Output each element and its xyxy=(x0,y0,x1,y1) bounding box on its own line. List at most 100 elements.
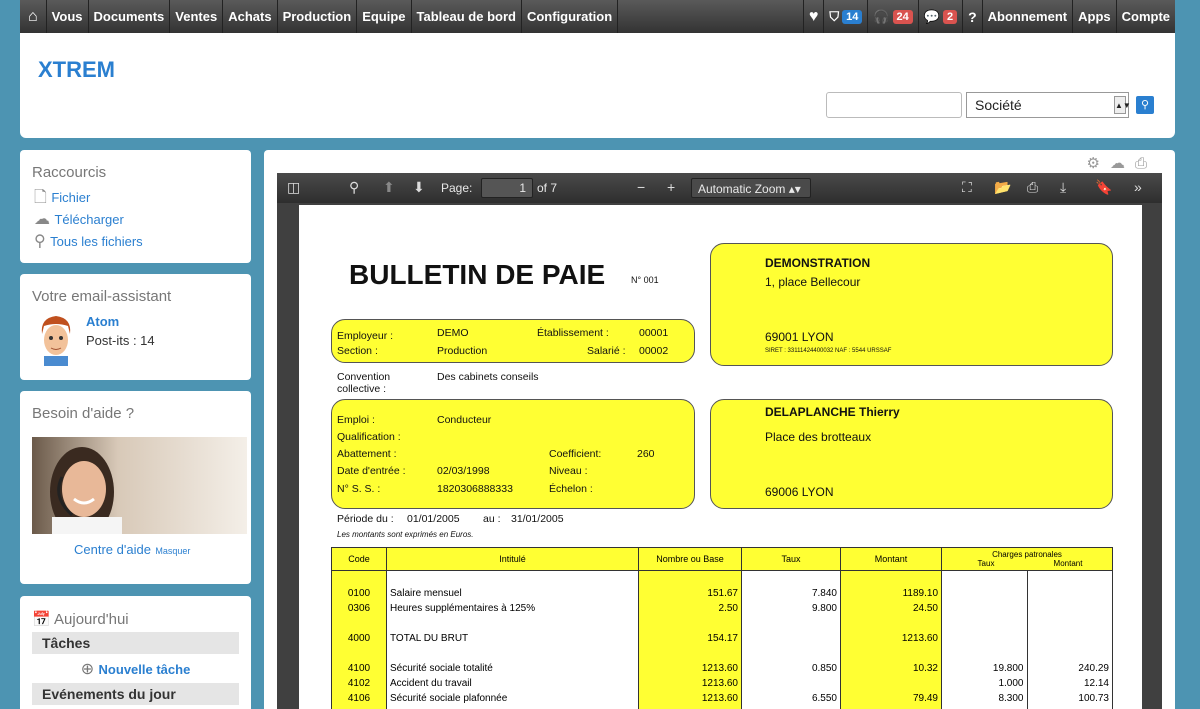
shortcut-telecharger[interactable]: Télécharger xyxy=(54,212,123,227)
col-taux: Taux xyxy=(741,547,841,571)
download-icon[interactable]: ⤓ xyxy=(1060,179,1066,196)
coefficient-value: 260 xyxy=(637,448,655,460)
cell-charges-montant: 12.14 xyxy=(1026,675,1113,691)
cell-code: 4100 xyxy=(331,660,387,676)
cell-montant: 24.50 xyxy=(840,600,942,616)
email-assistant-title: Votre email-assistant xyxy=(32,288,172,305)
period-to: 31/01/2005 xyxy=(511,513,564,525)
help-title: Besoin d'aide ? xyxy=(32,405,135,422)
nav-documents[interactable]: Documents xyxy=(89,0,171,33)
cell-montant xyxy=(840,705,942,709)
shortcut-tous-fichiers[interactable]: Tous les fichiers xyxy=(50,234,142,249)
company-select[interactable]: Société ▲▼ xyxy=(966,92,1131,118)
nav-ventes[interactable]: Ventes xyxy=(170,0,224,33)
shield-icon[interactable]: ⛉ 14 xyxy=(823,0,867,33)
zoom-select[interactable]: Automatic Zoom ▴▾ xyxy=(691,178,811,198)
nav-vous[interactable]: Vous xyxy=(47,0,89,33)
zoom-out-icon[interactable]: − xyxy=(637,179,645,195)
shortcuts-card: Raccourcis 🗋 Fichier ☁ Télécharger ⚲ Tou… xyxy=(20,150,251,263)
cell-taux: 9.800 xyxy=(741,600,841,616)
company-select-value: Société xyxy=(975,97,1022,113)
assistant-name[interactable]: Atom xyxy=(86,314,119,329)
cell-charges-taux: 8.300 xyxy=(941,690,1028,706)
postits-count: Post-its : 14 xyxy=(86,333,155,348)
col-charges-title: Charges patronales xyxy=(992,550,1062,559)
next-page-icon[interactable]: ⬇ xyxy=(413,179,425,196)
spacer-row xyxy=(331,570,1113,586)
new-task-link[interactable]: Nouvelle tâche xyxy=(99,662,191,677)
nav-compte[interactable]: Compte xyxy=(1115,0,1175,33)
echelon-label: Échelon : xyxy=(549,483,593,495)
cell-code: 0306 xyxy=(331,600,387,616)
shield-badge: 14 xyxy=(842,9,863,24)
print-icon[interactable]: ⎙ xyxy=(1135,155,1157,172)
cell-code: 4106 xyxy=(331,690,387,706)
home-icon[interactable]: ⌂ xyxy=(20,0,47,33)
help-hide-link[interactable]: Masquer xyxy=(155,546,190,556)
currency-note: Les montants sont exprimés en Euros. xyxy=(337,530,474,539)
bookmark-icon[interactable]: 🔖 xyxy=(1095,179,1112,196)
convention-value: Des cabinets conseils xyxy=(437,371,539,383)
doc-title: BULLETIN DE PAIE xyxy=(349,259,606,290)
heart-icon[interactable]: ♥ xyxy=(802,0,824,33)
tools-icon[interactable]: » xyxy=(1134,179,1142,195)
period-from: 01/01/2005 xyxy=(407,513,460,525)
help-center-link[interactable]: Centre d'aide xyxy=(74,542,151,557)
employee-address: Place des brotteaux xyxy=(765,430,872,444)
zoom-select-value: Automatic Zoom xyxy=(698,182,786,196)
spacer-row xyxy=(331,615,1113,631)
search-button[interactable]: ⚲ xyxy=(1136,96,1154,114)
help-icon[interactable]: ? xyxy=(962,0,982,33)
sidebar-toggle-icon[interactable]: ◫ xyxy=(287,179,300,196)
chat-icon[interactable]: 💬 2 xyxy=(917,0,962,33)
search-input[interactable] xyxy=(826,92,962,118)
convention-label-2: collective : xyxy=(337,383,387,395)
cell-charges-montant xyxy=(1026,585,1113,601)
table-row: 4000 TOTAL DU BRUT 154.17 1213.60 xyxy=(331,630,1113,646)
col-base: Nombre ou Base xyxy=(638,547,742,571)
chat-badge: 2 xyxy=(942,9,958,24)
settings-icon[interactable]: ⚙ xyxy=(1087,155,1110,172)
headset-icon[interactable]: 🎧 24 xyxy=(867,0,917,33)
cell-code: 0100 xyxy=(331,585,387,601)
nav-production[interactable]: Production xyxy=(278,0,358,33)
brand-title[interactable]: XTREM xyxy=(38,57,115,83)
previous-page-icon[interactable]: ⬆ xyxy=(383,179,395,196)
shortcut-fichier[interactable]: Fichier xyxy=(51,190,90,205)
nav-abonnement[interactable]: Abonnement xyxy=(981,0,1072,33)
company-name: DEMONSTRATION xyxy=(765,256,871,270)
cell-charges-taux: 19.800 xyxy=(941,660,1028,676)
cell-intitule: TOTAL DU BRUT xyxy=(386,630,639,646)
zoom-in-icon[interactable]: + xyxy=(667,179,675,195)
table-row: 6000FNAL1213.60 0.4004.85 xyxy=(331,705,1113,709)
open-file-icon[interactable]: 📂 xyxy=(994,179,1011,196)
nav-achats[interactable]: Achats xyxy=(223,0,278,33)
employee-city: 69006 LYON xyxy=(765,485,834,499)
headset-badge: 24 xyxy=(892,9,913,24)
nav-tableau-de-bord[interactable]: Tableau de bord xyxy=(412,0,522,33)
find-icon[interactable]: ⚲ xyxy=(349,179,359,196)
nav-configuration[interactable]: Configuration xyxy=(522,0,619,33)
nav-equipe[interactable]: Equipe xyxy=(357,0,412,33)
col-code: Code xyxy=(331,547,387,571)
calendar-icon: 📅 xyxy=(32,611,51,628)
table-row: 4102 Accident du travail 1213.60 1.000 12.14 xyxy=(331,675,1113,691)
cell-code: 4102 xyxy=(331,675,387,691)
page-number-input[interactable]: 1 xyxy=(481,178,533,198)
cloud-download-icon[interactable]: ☁ xyxy=(1110,155,1135,172)
nav-apps[interactable]: Apps xyxy=(1072,0,1116,33)
avatar xyxy=(36,312,76,366)
date-entree-value: 02/03/1998 xyxy=(437,465,490,477)
cell-charges-montant: 240.29 xyxy=(1026,660,1113,676)
cell-montant xyxy=(840,675,942,691)
print-icon[interactable]: ⎙ xyxy=(1027,179,1038,196)
cell-intitule: Heures supplémentaires à 125% xyxy=(386,600,639,616)
table-row: 4100 Sécurité sociale totalité 1213.60 0.85… xyxy=(331,660,1113,676)
page-label: Page: xyxy=(441,181,473,195)
qualification-label: Qualification : xyxy=(337,431,401,443)
period-label: Période du : xyxy=(337,513,394,525)
cell-taux: 6.550 xyxy=(741,690,841,706)
employer-value: DEMO xyxy=(437,327,469,339)
salarie-label: Salarié : xyxy=(587,345,626,357)
fullscreen-icon[interactable]: ⛶ xyxy=(962,179,972,196)
